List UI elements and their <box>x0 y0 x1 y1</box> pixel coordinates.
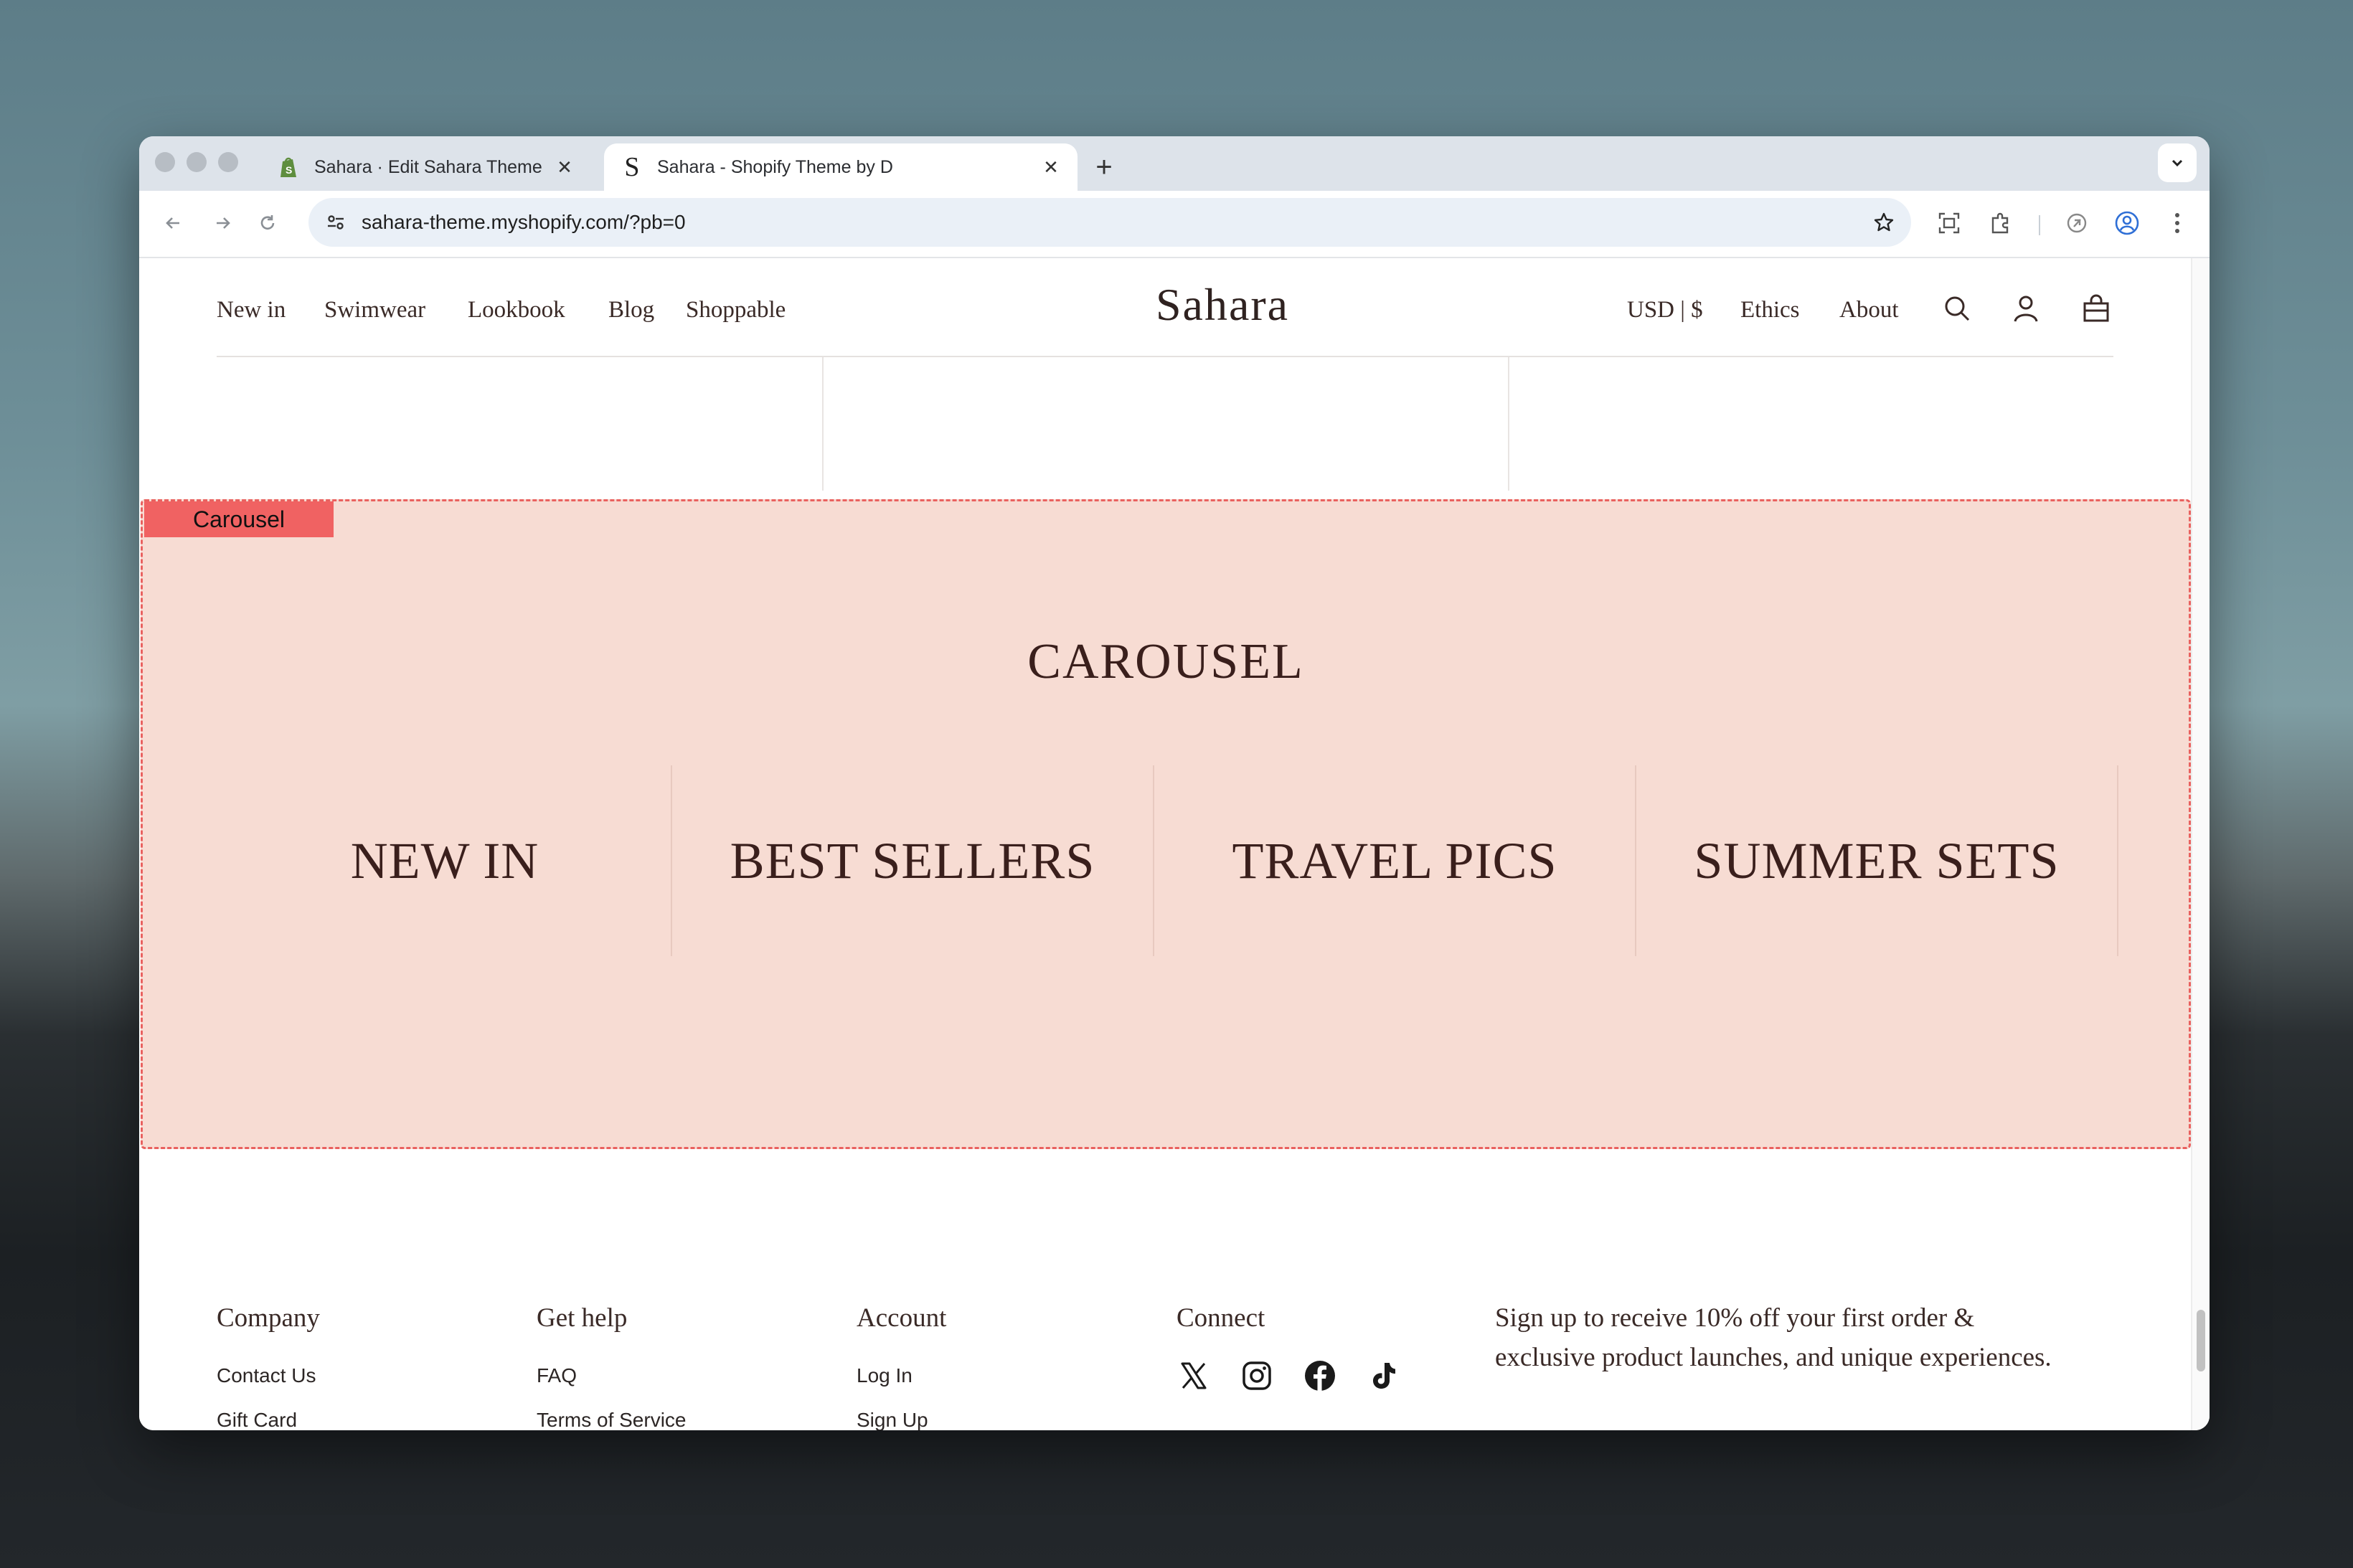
browser-toolbar: sahara-theme.myshopify.com/?pb=0 <box>139 191 2210 258</box>
url-text[interactable]: sahara-theme.myshopify.com/?pb=0 <box>362 198 686 247</box>
close-tab-icon[interactable]: ✕ <box>1040 156 1062 179</box>
nav-lookbook[interactable]: Lookbook <box>468 297 565 323</box>
footer-link-gift-card[interactable]: Gift Card <box>217 1409 297 1430</box>
footer-heading-connect: Connect <box>1176 1303 1265 1333</box>
cart-bag-icon[interactable] <box>2079 291 2113 326</box>
browser-window: S Sahara · Edit Sahara Theme v ✕ S Sahar… <box>139 136 2210 1430</box>
account-icon[interactable] <box>2009 291 2043 326</box>
footer-heading-account: Account <box>857 1303 947 1333</box>
tab-title: Sahara · Edit Sahara Theme v <box>314 156 544 177</box>
nav-swimwear[interactable]: Swimwear <box>324 297 425 323</box>
tab-strip: S Sahara · Edit Sahara Theme v ✕ S Sahar… <box>139 136 2210 191</box>
nav-shoppable[interactable]: Shoppable <box>686 297 786 323</box>
maximize-window-button[interactable] <box>218 152 238 172</box>
grid-divider <box>822 357 824 491</box>
x-icon[interactable] <box>1175 1357 1212 1394</box>
minimize-window-button[interactable] <box>187 152 207 172</box>
carousel-divider <box>2117 765 2118 956</box>
carousel-item-travel-pics[interactable]: TRAVEL PICS <box>1154 765 1635 956</box>
footer-heading-company: Company <box>217 1303 320 1333</box>
forward-button[interactable] <box>205 205 241 241</box>
arrow-left-icon <box>166 217 179 229</box>
reload-button[interactable] <box>250 205 286 241</box>
carousel-item-summer-sets[interactable]: SUMMER SETS <box>1636 765 2117 956</box>
nav-about[interactable]: About <box>1839 297 1899 323</box>
instagram-icon[interactable] <box>1238 1357 1275 1394</box>
footer-link-terms[interactable]: Terms of Service <box>537 1409 687 1430</box>
footer-heading-get-help: Get help <box>537 1303 628 1333</box>
back-button[interactable] <box>155 205 191 241</box>
search-icon[interactable] <box>1940 291 1974 326</box>
carousel-item-best-sellers[interactable]: BEST SELLERS <box>672 765 1153 956</box>
page-viewport: New in Swimwear Lookbook Blog Shoppable … <box>139 258 2210 1430</box>
nav-blog[interactable]: Blog <box>608 297 654 323</box>
more-menu-icon[interactable] <box>2159 205 2195 241</box>
arrow-right-icon <box>217 217 230 229</box>
screenshot-icon[interactable] <box>1931 205 1967 241</box>
site-settings-icon[interactable] <box>321 208 350 237</box>
carousel-item-new-in[interactable]: NEW IN <box>219 765 671 956</box>
nav-new-in[interactable]: New in <box>217 297 286 323</box>
section-label-tag[interactable]: Carousel <box>144 501 334 537</box>
footer-link-sign-up[interactable]: Sign Up <box>857 1409 928 1430</box>
shopify-icon: S <box>277 155 301 179</box>
chevron-down-icon <box>2172 159 2183 167</box>
new-tab-button[interactable]: + <box>1086 149 1122 185</box>
address-bar[interactable]: sahara-theme.myshopify.com/?pb=0 <box>308 198 1911 247</box>
reload-icon <box>260 215 275 230</box>
bookmark-star-icon[interactable] <box>1869 208 1898 237</box>
extension-action-icon[interactable] <box>2059 205 2095 241</box>
carousel-title: CAROUSEL <box>1027 634 1304 689</box>
carousel-section[interactable]: Carousel CAROUSEL NEW IN BEST SELLERS TR… <box>141 499 2191 1149</box>
footer-link-log-in[interactable]: Log In <box>857 1364 913 1387</box>
facebook-icon[interactable] <box>1301 1357 1339 1394</box>
footer-link-contact-us[interactable]: Contact Us <box>217 1364 316 1387</box>
currency-selector[interactable]: USD | $ <box>1627 297 1703 323</box>
extensions-icon[interactable] <box>1983 205 2019 241</box>
tiktok-icon[interactable] <box>1364 1357 1402 1394</box>
page-scrollbar[interactable] <box>2191 258 2210 1430</box>
sahara-favicon-icon: S <box>624 152 640 182</box>
toolbar-separator <box>2039 215 2040 235</box>
tab-title: Sahara - Shopify Theme by D <box>657 156 893 177</box>
site-logo[interactable]: Sahara <box>1072 278 1373 331</box>
profile-icon[interactable] <box>2109 205 2145 241</box>
close-tab-icon[interactable]: ✕ <box>554 156 575 179</box>
footer-link-faq[interactable]: FAQ <box>537 1364 577 1387</box>
tab-theme-editor[interactable]: S Sahara · Edit Sahara Theme v ✕ <box>261 143 591 191</box>
header-divider <box>217 356 2113 357</box>
svg-text:S: S <box>286 164 292 176</box>
newsletter-signup-text: Sign up to receive 10% off your first or… <box>1495 1303 2052 1372</box>
scrollbar-thumb[interactable] <box>2197 1310 2205 1371</box>
nav-ethics[interactable]: Ethics <box>1740 297 1799 323</box>
tab-search-button[interactable] <box>2158 143 2197 182</box>
grid-divider <box>1508 357 1509 491</box>
close-window-button[interactable] <box>155 152 175 172</box>
tab-sahara-site[interactable]: S Sahara - Shopify Theme by D ✕ <box>604 143 1078 191</box>
